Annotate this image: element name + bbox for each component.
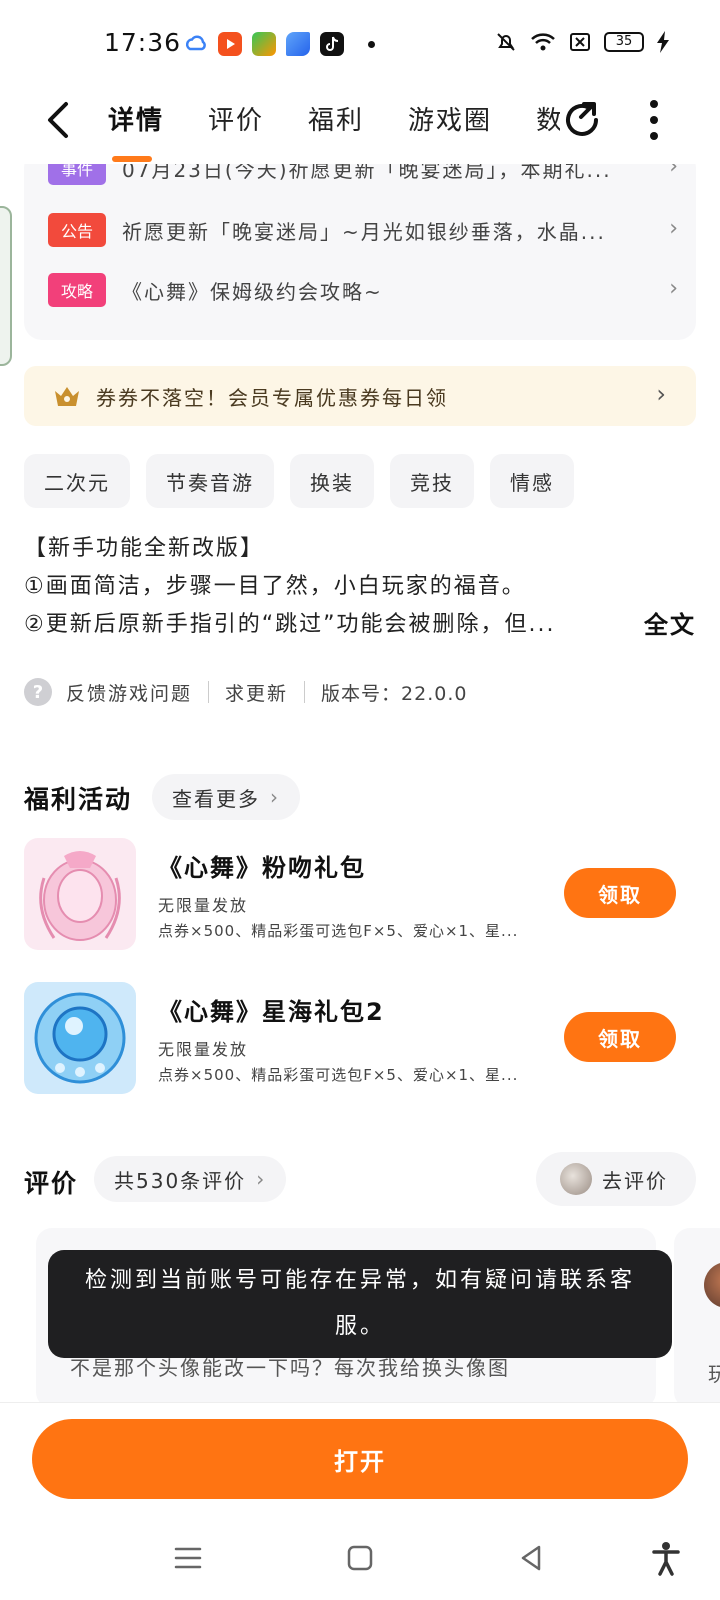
more-options-icon[interactable] (648, 100, 660, 140)
gift-item[interactable]: 《心舞》星海礼包2 无限量发放 点券×500、精品彩蛋可选包F×5、爱心×1、星… (24, 982, 696, 1094)
more-notifications-dot (368, 40, 375, 48)
status-time: 17:36 (104, 28, 182, 57)
genre-chip[interactable]: 换装 (290, 454, 374, 508)
notification-icons (184, 32, 375, 56)
chevron-right-icon: › (256, 1167, 267, 1191)
reviews-section-title: 评价 (24, 1169, 79, 1198)
gift-title: 《心舞》粉吻礼包 (158, 854, 366, 882)
expand-full-text-link[interactable]: 全文 (640, 606, 696, 644)
floating-edge-tab[interactable] (0, 206, 12, 366)
active-tab-indicator (112, 156, 152, 162)
tab-reviews[interactable]: 评价 (208, 100, 264, 137)
status-bar: 17:36 35 (0, 0, 720, 80)
tv-app-icon (252, 32, 276, 56)
status-right: 35 (494, 30, 670, 54)
chevron-right-icon: › (669, 276, 678, 301)
chevron-right-icon: › (270, 785, 280, 809)
claim-button[interactable]: 领取 (564, 1012, 676, 1062)
view-more-button[interactable]: 查看更多 › (152, 774, 300, 820)
gift-image (24, 838, 136, 950)
tiktok-icon (320, 32, 344, 56)
charging-icon (657, 31, 669, 53)
review-count-label: 共530条评价 (114, 1168, 247, 1193)
battery-level: 35 (604, 32, 644, 52)
request-update-link[interactable]: 求更新 (225, 679, 288, 706)
tab-game-circle[interactable]: 游戏圈 (408, 100, 492, 137)
user-avatar (560, 1163, 592, 1195)
claim-button[interactable]: 领取 (564, 868, 676, 918)
news-card: 事件 07月23日(今天)祈愿更新「晚宴迷局」，本期礼... › 公告 祈愿更新… (24, 150, 696, 340)
news-row-announcement[interactable]: 公告 祈愿更新「晚宴迷局」~月光如银纱垂落，水晶... › (48, 212, 678, 248)
accessibility-icon[interactable] (648, 1540, 684, 1576)
game-description: 【新手功能全新改版】 ①画面简洁，步骤一目了然，小白玩家的福音。 ②更新后原新手… (24, 530, 696, 644)
back-triangle-icon[interactable] (514, 1540, 550, 1576)
home-square-icon[interactable] (342, 1540, 378, 1576)
account-warning-toast: 检测到当前账号可能存在异常，如有疑问请联系客服。 (48, 1250, 672, 1358)
tab-details[interactable]: 详情 (108, 100, 164, 137)
review-count-button[interactable]: 共530条评价 › (94, 1156, 287, 1202)
back-arrow-icon[interactable] (40, 98, 80, 142)
gift-image (24, 982, 136, 1094)
gift-availability: 无限量发放 (158, 1040, 249, 1059)
description-line: ②更新后原新手指引的“跳过”功能会被删除，但... (24, 612, 556, 637)
genre-chip[interactable]: 竞技 (390, 454, 474, 508)
share-icon[interactable] (560, 98, 604, 142)
sim-off-icon (570, 33, 590, 51)
crown-icon (55, 387, 79, 406)
tab-bar: 详情 评价 福利 游戏圈 数 (108, 100, 564, 137)
video-app-icon (218, 32, 242, 56)
member-banner-text: 券券不落空！会员专属优惠券每日领 (96, 385, 448, 410)
gift-availability: 无限量发放 (158, 896, 249, 915)
write-review-label: 去评价 (602, 1168, 668, 1193)
genre-tags: 二次元 节奏音游 换装 竞技 情感 (24, 454, 574, 508)
review-card[interactable]: 玩 (674, 1228, 720, 1408)
tab-welfare[interactable]: 福利 (308, 100, 364, 137)
question-icon: ? (24, 678, 52, 706)
version-number: 版本号：22.0.0 (321, 682, 468, 705)
menu-icon[interactable] (170, 1540, 206, 1576)
description-line: ①画面简洁，步骤一目了然，小白玩家的福音。 (24, 574, 526, 599)
chevron-right-icon: › (669, 216, 678, 241)
gift-contents: 点券×500、精品彩蛋可选包F×5、爱心×1、星... (158, 1066, 519, 1084)
reviewer-avatar (704, 1262, 720, 1308)
genre-chip[interactable]: 情感 (490, 454, 574, 508)
feedback-row: ? 反馈游戏问题 求更新 版本号：22.0.0 (24, 678, 467, 706)
wifi-icon (531, 33, 555, 51)
review-snippet: 玩 (708, 1362, 720, 1386)
top-nav: 详情 评价 福利 游戏圈 数 (0, 80, 720, 164)
mute-icon (497, 33, 515, 51)
news-row-guide[interactable]: 攻略 《心舞》保姆级约会攻略~ › (48, 272, 678, 308)
write-review-button[interactable]: 去评价 (536, 1152, 696, 1206)
open-game-button[interactable]: 打开 (32, 1419, 688, 1499)
gift-title: 《心舞》星海礼包2 (158, 998, 385, 1026)
member-coupon-banner[interactable]: 券券不落空！会员专属优惠券每日领 › (24, 366, 696, 426)
system-nav-bar (0, 1512, 720, 1600)
description-line: 【新手功能全新改版】 (24, 536, 265, 561)
divider (304, 681, 306, 703)
divider (208, 681, 210, 703)
report-issue-link[interactable]: 反馈游戏问题 (66, 679, 192, 706)
news-tag: 公告 (48, 213, 106, 247)
genre-chip[interactable]: 二次元 (24, 454, 130, 508)
view-more-label: 查看更多 (172, 786, 260, 811)
gift-item[interactable]: 《心舞》粉吻礼包 无限量发放 点券×500、精品彩蛋可选包F×5、爱心×1、星.… (24, 838, 696, 950)
genre-chip[interactable]: 节奏音游 (146, 454, 274, 508)
news-text: 《心舞》保姆级约会攻略~ (122, 279, 383, 304)
chevron-right-icon: › (656, 380, 666, 408)
news-tag: 攻略 (48, 273, 106, 307)
feather-app-icon (286, 32, 310, 56)
gift-contents: 点券×500、精品彩蛋可选包F×5、爱心×1、星... (158, 922, 519, 940)
news-text: 祈愿更新「晚宴迷局」~月光如银纱垂落，水晶... (122, 219, 606, 244)
cloud-icon (185, 35, 206, 51)
welfare-section-title: 福利活动 (24, 785, 133, 814)
bottom-action-bar: 打开 (0, 1402, 720, 1512)
